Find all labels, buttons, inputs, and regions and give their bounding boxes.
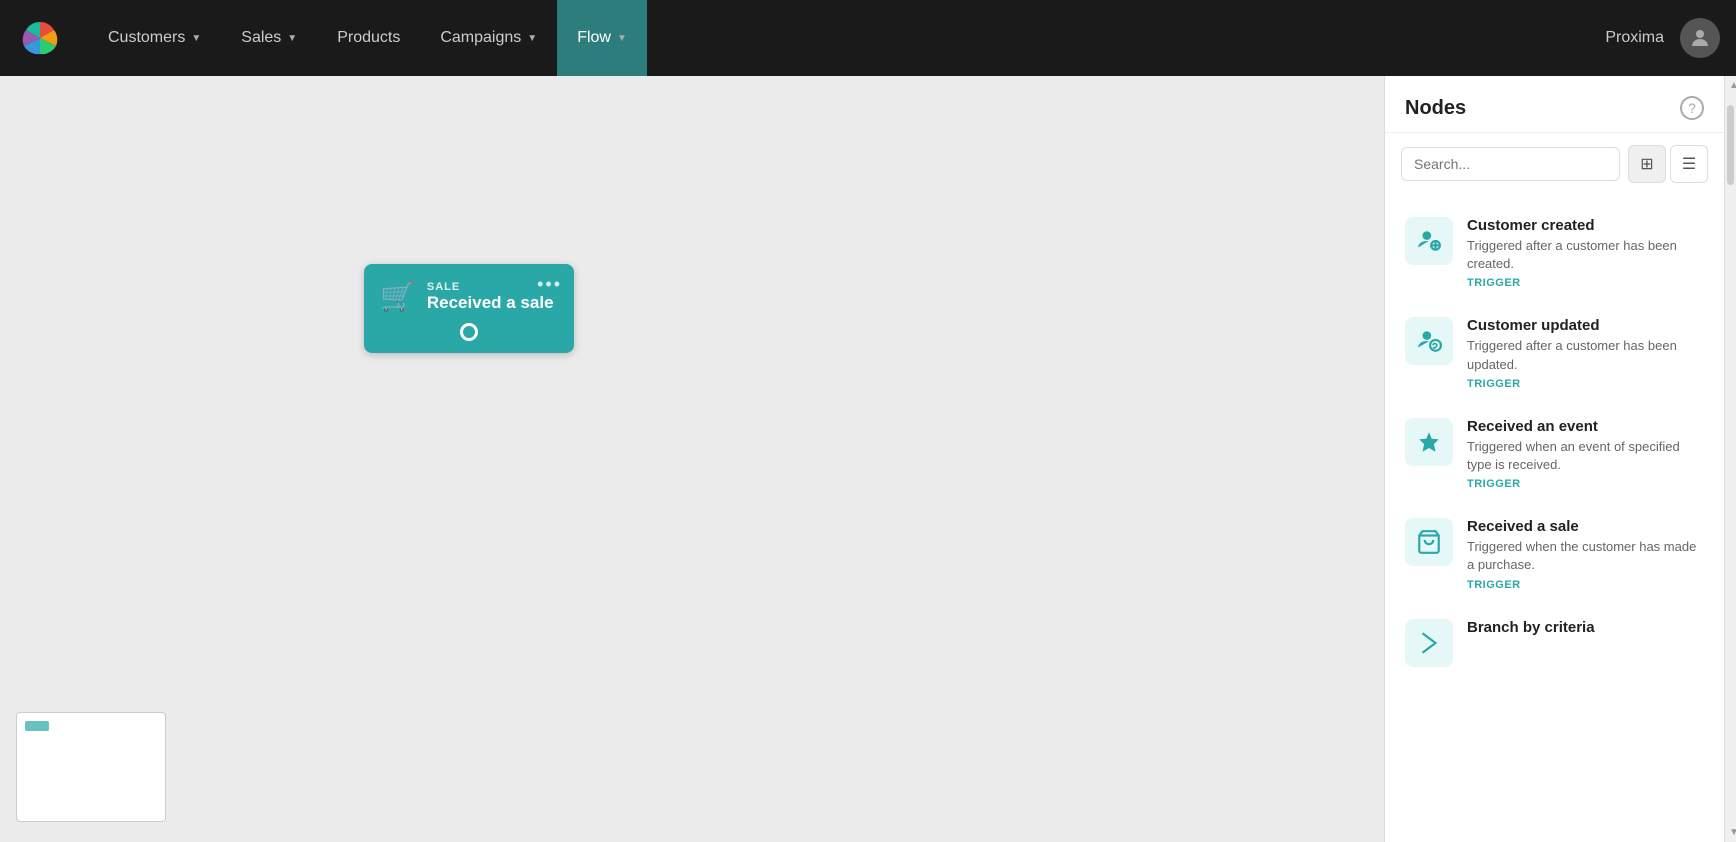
node-list-item[interactable]: Customer created Triggered after a custo… xyxy=(1385,203,1724,303)
node-list-item[interactable]: Branch by criteria xyxy=(1385,605,1724,681)
connector-circle[interactable] xyxy=(460,323,478,341)
search-input[interactable] xyxy=(1401,147,1620,181)
nav-item-sales[interactable]: Sales ▼ xyxy=(221,0,317,76)
nav-item-customers[interactable]: Customers ▼ xyxy=(88,0,221,76)
panel-title: Nodes xyxy=(1405,97,1466,120)
node-icon xyxy=(1405,619,1453,667)
node-desc: Triggered when an event of specified typ… xyxy=(1467,438,1704,474)
node-list-item[interactable]: Received a sale Triggered when the custo… xyxy=(1385,504,1724,604)
scroll-up-arrow[interactable]: ▲ xyxy=(1725,76,1736,95)
node-connector xyxy=(380,323,558,341)
scrollbar-track xyxy=(1725,95,1736,823)
node-info: Received an event Triggered when an even… xyxy=(1467,418,1704,490)
chevron-down-icon: ▼ xyxy=(527,33,537,44)
node-name: Received a sale xyxy=(1467,518,1704,535)
node-tag-label: TRIGGER xyxy=(1467,579,1704,591)
node-desc: Triggered after a customer has been upda… xyxy=(1467,337,1704,373)
node-icon xyxy=(1405,418,1453,466)
nav-items: Customers ▼ Sales ▼ Products Campaigns ▼… xyxy=(88,0,1605,76)
scrollbar: ▲ ▼ xyxy=(1724,76,1736,842)
node-tag: SALE xyxy=(427,281,554,293)
minimap xyxy=(16,712,166,822)
scrollbar-thumb[interactable] xyxy=(1727,105,1734,185)
node-list-item[interactable]: Customer updated Triggered after a custo… xyxy=(1385,303,1724,403)
grid-view-button[interactable]: ⊞ xyxy=(1628,145,1666,183)
chevron-down-icon: ▼ xyxy=(287,33,297,44)
node-name: Received an event xyxy=(1467,418,1704,435)
node-desc: Triggered after a customer has been crea… xyxy=(1467,237,1704,273)
panel-header: Nodes ? xyxy=(1385,76,1724,133)
node-icon xyxy=(1405,217,1453,265)
flow-node-received-sale[interactable]: ••• 🛒 SALE Received a sale xyxy=(364,264,574,353)
view-toggle: ⊞ ☰ xyxy=(1628,145,1708,183)
nav-item-flow[interactable]: Flow ▼ xyxy=(557,0,647,76)
node-inner: 🛒 SALE Received a sale xyxy=(380,280,558,313)
node-title: Received a sale xyxy=(427,293,554,313)
list-icon: ☰ xyxy=(1682,154,1696,174)
node-info: Received a sale Triggered when the custo… xyxy=(1467,518,1704,590)
list-view-button[interactable]: ☰ xyxy=(1670,145,1708,183)
nav-right: Proxima xyxy=(1605,18,1720,58)
main-layout: ••• 🛒 SALE Received a sale Nodes ? xyxy=(0,76,1736,842)
scroll-down-arrow[interactable]: ▼ xyxy=(1725,823,1736,842)
grid-icon: ⊞ xyxy=(1640,154,1653,174)
node-desc: Triggered when the customer has made a p… xyxy=(1467,538,1704,574)
node-info: Customer updated Triggered after a custo… xyxy=(1467,317,1704,389)
app-logo[interactable] xyxy=(16,14,64,62)
flow-canvas[interactable]: ••• 🛒 SALE Received a sale xyxy=(0,76,1384,842)
nodes-list: Customer created Triggered after a custo… xyxy=(1385,195,1724,842)
node-name: Customer updated xyxy=(1467,317,1704,334)
minimap-indicator xyxy=(25,721,49,731)
nav-item-campaigns[interactable]: Campaigns ▼ xyxy=(420,0,557,76)
node-list-item[interactable]: Received an event Triggered when an even… xyxy=(1385,404,1724,504)
node-info: Branch by criteria xyxy=(1467,619,1595,639)
chevron-down-icon: ▼ xyxy=(617,33,627,44)
node-icon xyxy=(1405,518,1453,566)
node-info: Customer created Triggered after a custo… xyxy=(1467,217,1704,289)
search-row: ⊞ ☰ xyxy=(1385,133,1724,195)
username-label: Proxima xyxy=(1605,29,1664,47)
user-avatar[interactable] xyxy=(1680,18,1720,58)
cart-icon: 🛒 xyxy=(380,280,415,313)
node-name: Branch by criteria xyxy=(1467,619,1595,636)
help-button[interactable]: ? xyxy=(1680,96,1704,120)
node-tag-label: TRIGGER xyxy=(1467,478,1704,490)
node-name: Customer created xyxy=(1467,217,1704,234)
chevron-down-icon: ▼ xyxy=(191,33,201,44)
nodes-panel: Nodes ? ⊞ ☰ Customer created Triggered a… xyxy=(1384,76,1724,842)
node-content: SALE Received a sale xyxy=(427,281,554,313)
top-navigation: Customers ▼ Sales ▼ Products Campaigns ▼… xyxy=(0,0,1736,76)
node-icon xyxy=(1405,317,1453,365)
node-tag-label: TRIGGER xyxy=(1467,277,1704,289)
node-tag-label: TRIGGER xyxy=(1467,378,1704,390)
nav-item-products[interactable]: Products xyxy=(317,0,420,76)
